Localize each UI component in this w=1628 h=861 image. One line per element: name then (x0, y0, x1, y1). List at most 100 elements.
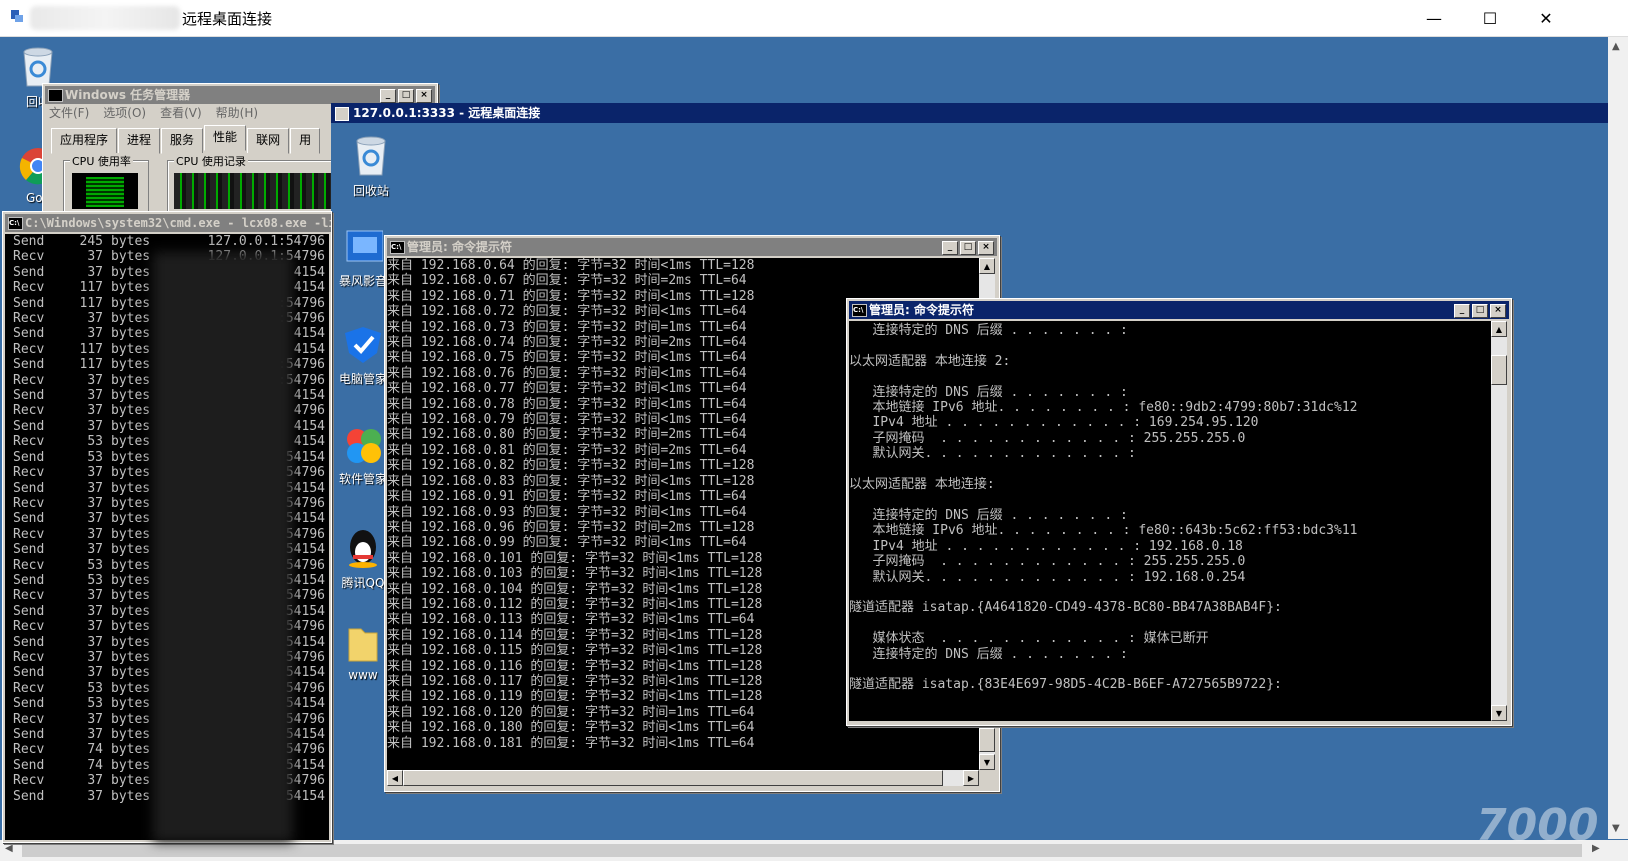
rdp-session-titlebar[interactable]: 127.0.0.1:3333 - 远程桌面连接 (331, 103, 1608, 123)
lcx-dir: Recv (13, 465, 45, 481)
lcx-n: 37 (87, 495, 103, 511)
tab-applications[interactable]: 应用程序 (51, 128, 118, 154)
lcx-n: 245 (79, 234, 103, 249)
console-line: 默认网关. . . . . . . . . . . . . : (849, 446, 1136, 462)
scroll-right-icon[interactable]: ▶ (963, 770, 979, 786)
maximize-button[interactable]: ☐ (1462, 0, 1518, 36)
tm-maximize-button[interactable]: □ (398, 89, 414, 103)
menu-help[interactable]: 帮助(H) (216, 104, 258, 121)
horizontal-scroll-thumb[interactable] (22, 844, 1582, 857)
cpu-usage-label: CPU 使用率 (70, 153, 133, 169)
ping-scroll-thumb[interactable] (979, 728, 995, 752)
scroll-up-icon[interactable]: ▲ (1612, 41, 1620, 52)
lcx-console-title: C:\Windows\system32\cmd.exe - lcx08.exe … (25, 216, 331, 230)
lcx-dir: Send (13, 542, 45, 558)
scroll-left-icon[interactable]: ◀ (387, 770, 403, 786)
ipconfig-console-title: 管理员: 命令提示符 (869, 303, 974, 317)
lcx-n: 37 (87, 588, 103, 604)
menu-file[interactable]: 文件(F) (49, 104, 89, 121)
ipconfig-console-titlebar[interactable]: C:\ 管理员: 命令提示符 _ □ × (849, 301, 1509, 319)
scroll-up-icon[interactable]: ▲ (979, 258, 995, 274)
ipconfig-console-window[interactable]: C:\ 管理员: 命令提示符 _ □ × 连接特定的 DNS 后缀 . . . … (846, 298, 1512, 726)
lcx-n: 37 (87, 311, 103, 327)
console-line: 连接特定的 DNS 后缀 . . . . . . . : (849, 646, 1128, 662)
console-line: IPv4 地址 . . . . . . . . . . . . : 169.25… (849, 415, 1259, 431)
tab-users[interactable]: 用 (290, 128, 321, 154)
lcx-dir: Recv (13, 280, 45, 296)
lcx-n: 117 (79, 341, 103, 357)
ping-minimize-button[interactable]: _ (942, 241, 958, 255)
scroll-up-icon[interactable]: ▲ (1491, 321, 1507, 337)
console-line: 隧道适配器 isatap.{A4641820-CD49-4378-BC80-BB… (849, 600, 1282, 616)
tm-minimize-button[interactable]: _ (380, 89, 396, 103)
console-line: 连接特定的 DNS 后缀 . . . . . . . : (849, 323, 1128, 338)
ipconfig-console-output[interactable]: 连接特定的 DNS 后缀 . . . . . . . : 以太网适配器 本地连接… (849, 321, 1491, 721)
lcx-unit: bytes (111, 234, 151, 249)
lcx-n: 53 (87, 680, 103, 696)
close-button[interactable]: ✕ (1518, 0, 1574, 36)
console-line: 子网掩码 . . . . . . . . . . . . : 255.255.2… (849, 554, 1246, 570)
lcx-console-titlebar[interactable]: C:\ C:\Windows\system32\cmd.exe - lcx08.… (5, 214, 331, 232)
rdp-recycle-bin[interactable]: 回收站 (339, 133, 403, 199)
lcx-dir: Recv (13, 680, 45, 696)
lcx-dir: Recv (13, 557, 45, 573)
menu-view[interactable]: 查看(V) (160, 104, 202, 121)
console-line: 连接特定的 DNS 后缀 . . . . . . . : (849, 507, 1128, 523)
scroll-down-icon[interactable]: ▼ (979, 754, 995, 770)
ping-close-button[interactable]: × (978, 241, 994, 255)
watermark-logo: 7000 (1476, 800, 1599, 851)
lcx-n: 37 (87, 665, 103, 681)
lcx-n: 37 (87, 603, 103, 619)
host-horizontal-scrollbar[interactable]: ◀ ▶ (0, 840, 1628, 861)
outer-titlebar[interactable]: 远程桌面连接 — ☐ ✕ (0, 0, 1628, 37)
task-manager-title: Windows 任务管理器 (65, 88, 191, 102)
ipconfig-close-button[interactable]: × (1490, 304, 1506, 318)
console-line: 连接特定的 DNS 后缀 . . . . . . . : (849, 384, 1128, 400)
console-line: 子网掩码 . . . . . . . . . . . . : 255.255.2… (849, 430, 1246, 446)
host-vertical-scrollbar[interactable]: ▲ ▼ (1608, 37, 1628, 839)
ping-horizontal-scrollbar[interactable]: ◀ ▶ (387, 770, 979, 786)
qq-penguin-icon (349, 530, 377, 568)
rdp-session-icon (335, 107, 349, 121)
lcx-n: 53 (87, 572, 103, 588)
tab-networking[interactable]: 联网 (247, 128, 290, 154)
rdp-recycle-label: 回收站 (352, 184, 389, 198)
ping-console-title: 管理员: 命令提示符 (407, 240, 512, 254)
tm-close-button[interactable]: × (416, 89, 432, 103)
lcx-n: 37 (87, 634, 103, 650)
scroll-left-icon[interactable]: ◀ (5, 843, 13, 854)
lcx-n: 37 (87, 403, 103, 419)
lcx-n: 117 (79, 295, 103, 311)
tab-processes[interactable]: 进程 (118, 128, 161, 154)
lcx-console-window[interactable]: C:\ C:\Windows\system32\cmd.exe - lcx08.… (2, 211, 332, 843)
lcx-dir: Send (13, 326, 45, 342)
menu-options[interactable]: 选项(O) (103, 104, 146, 121)
tab-performance[interactable]: 性能 (204, 125, 247, 151)
console-line: 来自 192.168.0.64 的回复: 字节=32 时间<1ms TTL=12… (387, 258, 755, 273)
lcx-dir: Send (13, 603, 45, 619)
minimize-button[interactable]: — (1406, 0, 1462, 36)
ping-console-titlebar[interactable]: C:\ 管理员: 命令提示符 _ □ × (387, 238, 997, 256)
lcx-n: 37 (87, 511, 103, 527)
redacted-addresses (153, 252, 293, 842)
ping-maximize-button[interactable]: □ (960, 241, 976, 255)
task-manager-titlebar[interactable]: Windows 任务管理器 _ □ × (45, 86, 435, 104)
lcx-dir: Send (13, 295, 45, 311)
lcx-dir: Recv (13, 372, 45, 388)
ping-hscroll-thumb[interactable] (403, 770, 943, 786)
lcx-dir: Recv (13, 711, 45, 727)
ipconfig-vertical-scrollbar[interactable]: ▲ ▼ (1491, 321, 1507, 721)
ipconfig-minimize-button[interactable]: _ (1454, 304, 1470, 318)
cpu-history-label: CPU 使用记录 (174, 153, 248, 169)
ipconfig-scroll-thumb[interactable] (1491, 355, 1507, 385)
lcx-addr: 127.0.0.1:54796 (207, 234, 325, 249)
lcx-n: 74 (87, 742, 103, 758)
scroll-down-icon[interactable]: ▼ (1612, 823, 1620, 834)
console-line: IPv4 地址 . . . . . . . . . . . . : 192.16… (849, 538, 1243, 554)
tab-services[interactable]: 服务 (161, 128, 204, 154)
lcx-dir: Recv (13, 619, 45, 635)
lcx-dir: Recv (13, 649, 45, 665)
scroll-down-icon[interactable]: ▼ (1491, 705, 1507, 721)
ipconfig-maximize-button[interactable]: □ (1472, 304, 1488, 318)
